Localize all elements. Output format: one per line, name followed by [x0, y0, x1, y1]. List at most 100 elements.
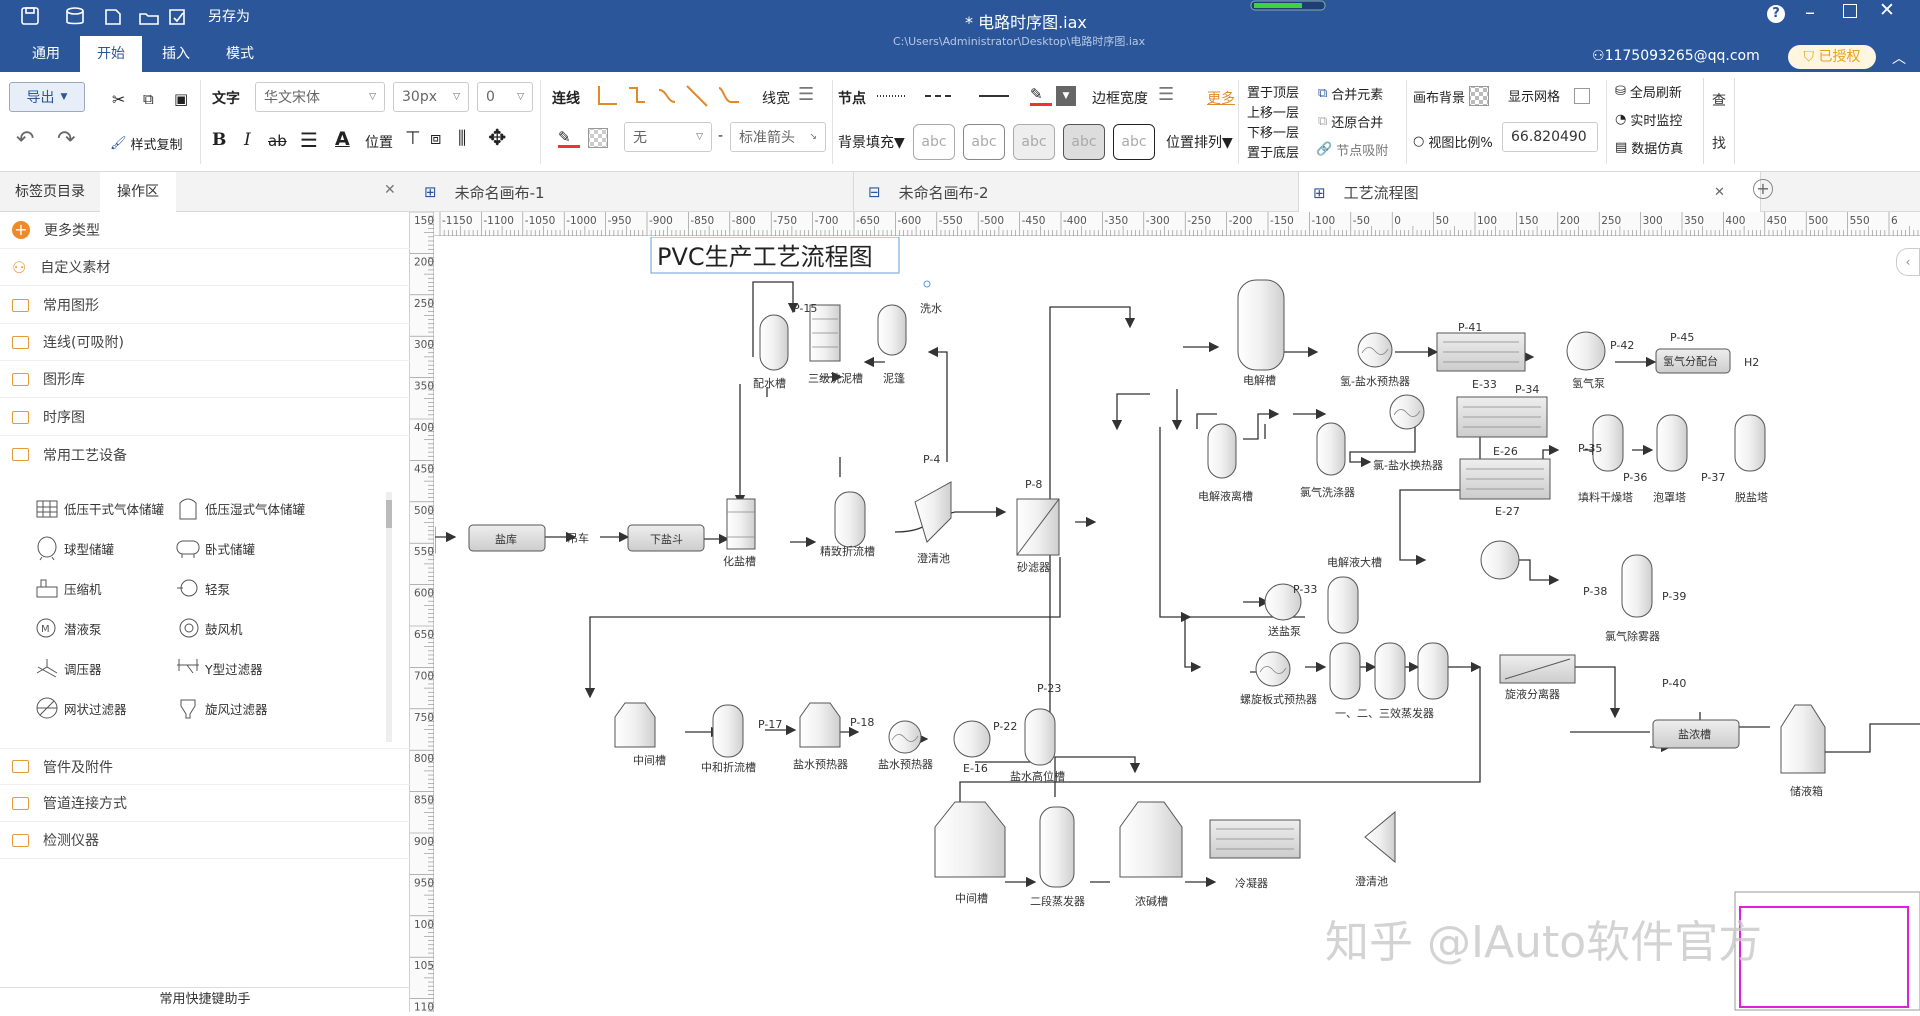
doc-tab-process-flow[interactable]: ⊞ 工艺流程图 ✕ [1299, 172, 1761, 213]
canvas-background-button[interactable]: 画布背景 [1413, 86, 1490, 106]
close-icon[interactable]: ✕ [1879, 0, 1895, 21]
restore-icon[interactable] [1843, 4, 1857, 18]
position-label[interactable]: 位置 [365, 132, 393, 152]
more-link[interactable]: 更多 [1207, 88, 1235, 108]
element-blower[interactable]: 鼓风机 [175, 615, 243, 641]
tab-start[interactable]: 开始 [80, 36, 142, 72]
element-y-filter[interactable]: Y型过滤器 [175, 655, 263, 681]
global-refresh-button[interactable]: ⛁ 全局刷新 [1615, 82, 1682, 101]
background-fill-button[interactable]: 背景填充▼ [838, 132, 905, 152]
arrow-start-select[interactable]: 无 ▽ [624, 122, 712, 152]
node-line-styles[interactable] [875, 86, 1015, 106]
category-shape-library[interactable]: 图形库 [0, 361, 410, 398]
unmerge-button[interactable]: ⧉ 还原合并 [1318, 112, 1383, 131]
user-account[interactable]: ⚇1175093265@qq.com [1592, 48, 1760, 64]
category-timing-diagram[interactable]: 时序图 [0, 399, 410, 436]
italic-button[interactable]: I [244, 130, 251, 150]
category-process-equipment[interactable]: 常用工艺设备 [0, 436, 410, 473]
arrange-button[interactable]: 位置排列▼ [1166, 132, 1233, 152]
element-horizontal-tank[interactable]: 卧式储罐 [175, 535, 255, 561]
chart-align-icon[interactable]: ⫼ [458, 128, 466, 149]
doc-tab-canvas-2[interactable]: ⊟ 未命名画布-2 [854, 172, 1299, 212]
line-color-icon[interactable]: ✎ [558, 128, 580, 148]
font-size-select[interactable]: 30px ▽ [393, 82, 469, 112]
realtime-monitor-button[interactable]: ◔ 实时监控 [1615, 110, 1682, 129]
style-preset-5[interactable]: abc [1113, 124, 1155, 160]
element-low-pressure-wet-tank[interactable]: 低压湿式气体储罐 [175, 495, 305, 521]
element-mesh-filter[interactable]: 网状过滤器 [34, 695, 127, 721]
element-submersible-pump[interactable]: M 潜液泵 [34, 615, 102, 641]
tab-insert[interactable]: 插入 [148, 36, 204, 72]
tab-general[interactable]: 通用 [18, 36, 74, 72]
bring-forward-button[interactable]: 上移一层 [1247, 102, 1299, 121]
tab-operation-area[interactable]: 操作区 [100, 172, 176, 212]
font-color-button[interactable]: A [335, 128, 350, 150]
line-width-icon[interactable]: ☰ [798, 84, 814, 105]
collapse-right-panel-icon[interactable]: ‹ [1896, 248, 1920, 276]
bold-button[interactable]: B [212, 130, 226, 150]
tab-mode[interactable]: 模式 [212, 36, 268, 72]
minimap[interactable] [1734, 891, 1920, 1011]
drawing-canvas[interactable]: PVC生产工艺流程图 盐库 吊车 下盐斗 化盐槽 配水槽 P-15 三级洗泥槽 … [435, 237, 1920, 1012]
category-common-shapes[interactable]: 常用图形 [0, 287, 410, 324]
save-as-button[interactable]: 另存为 [208, 6, 250, 26]
show-grid-toggle[interactable]: 显示网格 [1508, 86, 1591, 105]
tab-tag-directory[interactable]: 标签页目录 [0, 172, 100, 212]
letter-spacing-select[interactable]: 0 ▽ [477, 82, 533, 112]
node-snap-button[interactable]: 🔗 节点吸附 [1316, 140, 1388, 159]
redo-icon[interactable]: ↷ [57, 127, 75, 152]
element-low-pressure-dry-tank[interactable]: 低压干式气体储罐 [34, 495, 164, 521]
collapse-ribbon-icon[interactable]: ︿ [1892, 48, 1906, 68]
find-button[interactable]: 查找 [1703, 78, 1735, 164]
more-types-row[interactable]: + 更多类型 [0, 212, 410, 249]
paste-icon[interactable]: ▣ [174, 90, 188, 108]
style-preset-2[interactable]: abc [963, 124, 1005, 160]
ruler-label: 300 [414, 339, 434, 351]
element-compressor[interactable]: 压缩机 [34, 575, 102, 601]
font-family-select[interactable]: 华文宋体 ▽ [255, 82, 385, 112]
move-icon[interactable]: ✥ [488, 126, 506, 151]
style-preset-1[interactable]: abc [913, 124, 955, 160]
connector-style-icons[interactable] [595, 82, 745, 110]
minimize-icon[interactable]: – [1805, 0, 1815, 24]
category-instruments[interactable]: 检测仪器 [0, 822, 410, 859]
license-badge[interactable]: ⛉ 已授权 [1788, 45, 1876, 69]
align-top-icon[interactable]: ⊤ [405, 128, 421, 149]
data-simulation-button[interactable]: ▤ 数据仿真 [1615, 138, 1683, 157]
category-pipe-connections[interactable]: 管道连接方式 [0, 785, 410, 822]
transparency-icon[interactable] [588, 128, 608, 148]
arrow-end-select[interactable]: 标准箭头 ↘ [730, 122, 826, 152]
bring-to-front-button[interactable]: 置于顶层 [1247, 82, 1299, 101]
send-to-back-button[interactable]: 置于底层 [1247, 142, 1299, 161]
custom-material-row[interactable]: ⚇ 自定义素材 [0, 249, 410, 286]
style-preset-4[interactable]: abc [1063, 124, 1105, 160]
view-ratio-input[interactable]: 66.820490 [1502, 122, 1598, 152]
border-width-icon[interactable]: ☰ [1158, 84, 1174, 105]
copy-icon[interactable]: ⧉ [143, 90, 154, 108]
distribute-icon[interactable]: ⧈ [430, 128, 441, 149]
export-button[interactable]: 导出 ▼ [9, 82, 85, 112]
fill-color-icon[interactable]: ✎ [1030, 84, 1052, 106]
cut-icon[interactable]: ✂ [112, 90, 125, 109]
element-spherical-tank[interactable]: 球型储罐 [34, 535, 114, 561]
help-icon[interactable]: ? [1767, 5, 1785, 23]
add-tab-icon[interactable]: + [1753, 179, 1773, 199]
panel-scrollbar[interactable] [386, 492, 392, 742]
category-connectors[interactable]: 连线(可吸附) [0, 324, 410, 361]
category-fittings[interactable]: 管件及附件 [0, 748, 410, 785]
element-light-pump[interactable]: 轻泵 [175, 575, 230, 601]
undo-icon[interactable]: ↶ [16, 127, 34, 152]
shortcut-helper-button[interactable]: 常用快捷键助手 [0, 987, 410, 1012]
element-cyclone-filter[interactable]: 旋风过滤器 [175, 695, 268, 721]
merge-button[interactable]: ⧉ 合并元素 [1318, 84, 1383, 103]
rotate-handle[interactable] [923, 280, 931, 288]
style-preset-3[interactable]: abc [1013, 124, 1055, 160]
doc-tab-canvas-1[interactable]: ⊞ 未命名画布-1 [410, 172, 854, 212]
send-backward-button[interactable]: 下移一层 [1247, 122, 1299, 141]
close-panel-icon[interactable]: ✕ [384, 182, 396, 198]
strikethrough-button[interactable]: ab [268, 132, 287, 150]
element-pressure-regulator[interactable]: 调压器 [34, 655, 102, 681]
style-copy-button[interactable]: 🖌 样式复制 [110, 134, 183, 153]
align-icon[interactable]: ☰ [300, 128, 318, 152]
fill-dropdown-icon[interactable]: ▼ [1056, 86, 1076, 106]
